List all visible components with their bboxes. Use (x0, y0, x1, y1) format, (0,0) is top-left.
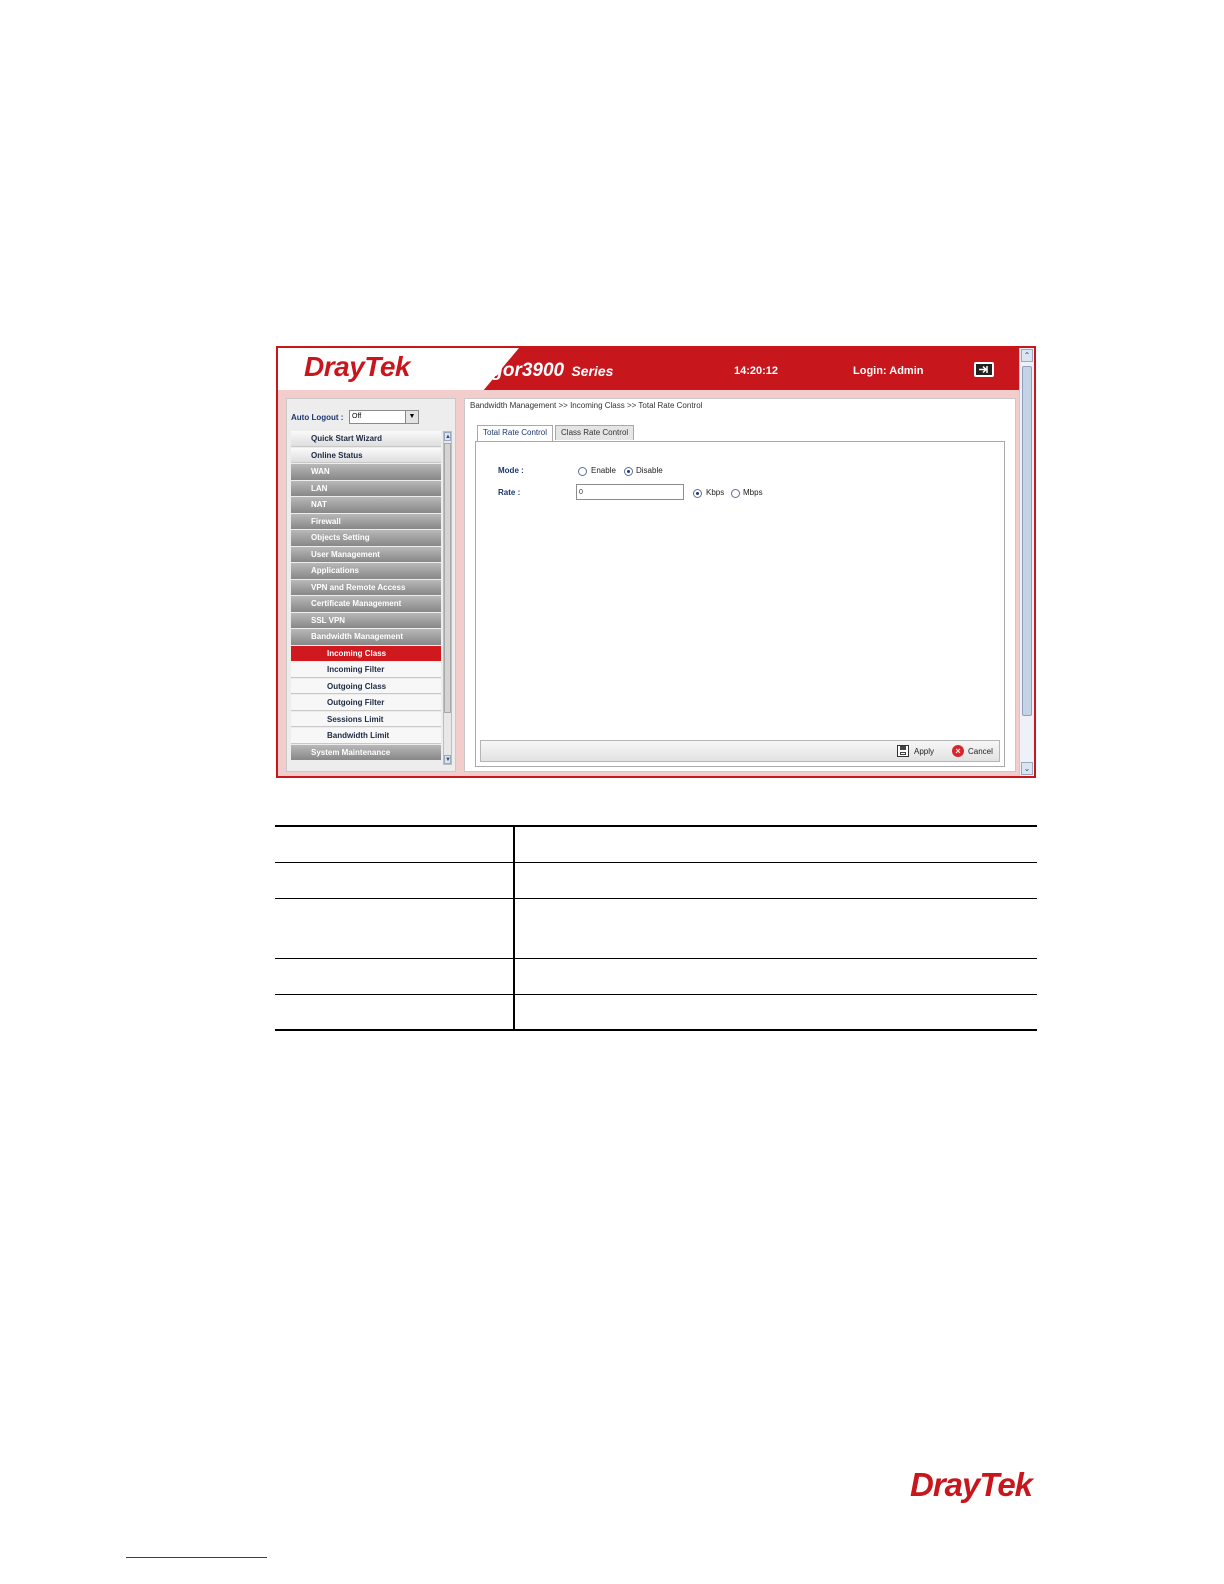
table-cell (514, 862, 1037, 899)
sidebar-item-incoming-class[interactable]: Incoming Class (291, 645, 441, 661)
sidebar-item-bandwidth-limit[interactable]: Bandwidth Limit (291, 728, 441, 744)
table-cell (275, 862, 515, 899)
auto-logout-label: Auto Logout : (291, 413, 344, 422)
tab-class-rate-control[interactable]: Class Rate Control (555, 425, 635, 440)
series-label: Series (571, 363, 614, 379)
settings-panel: Mode : Enable Disable Rate : Kbps Mbps A… (475, 441, 1005, 767)
sidebar-item-objects-setting[interactable]: Objects Setting (291, 530, 441, 546)
table-cell (514, 825, 1037, 863)
scroll-up-icon[interactable]: ▲ (444, 432, 451, 441)
auto-logout-value: Off (352, 413, 362, 420)
table-cell (514, 994, 1037, 1031)
table-cell (275, 958, 515, 995)
breadcrumb: Bandwidth Management >> Incoming Class >… (470, 401, 703, 410)
sidebar-item-outgoing-class[interactable]: Outgoing Class (291, 678, 441, 694)
sidebar: Auto Logout : Off ▼ Quick Start Wizard On… (286, 398, 456, 772)
scroll-down-icon[interactable]: ▼ (444, 755, 451, 764)
login-status: Login: Admin (853, 365, 924, 377)
apply-button[interactable]: Apply (897, 745, 934, 758)
sidebar-item-ssl-vpn[interactable]: SSL VPN (291, 612, 441, 628)
unit-kbps-radio[interactable] (693, 489, 702, 498)
model-name: Vigor3900 Series (474, 360, 613, 382)
browser-scrollbar[interactable]: ⌃ ⌄ (1019, 348, 1034, 776)
table-cell (275, 994, 515, 1031)
unit-kbps-label: Kbps (706, 488, 725, 497)
mode-disable-radio[interactable] (624, 467, 633, 476)
footer-brand-logo: DrayTek (910, 1466, 1033, 1503)
table-row (275, 994, 1037, 1031)
table-cell (514, 898, 1037, 959)
save-icon (897, 745, 909, 757)
table-row (275, 825, 1037, 863)
sidebar-item-bandwidth-management[interactable]: Bandwidth Management (291, 629, 441, 645)
apply-label: Apply (914, 747, 935, 756)
sidebar-item-nat[interactable]: NAT (291, 497, 441, 513)
sidebar-item-wan[interactable]: WAN (291, 464, 441, 480)
tab-bar: Total Rate Control Class Rate Control (477, 425, 636, 442)
rate-label: Rate : (498, 488, 521, 497)
brand-logo: DrayTek (304, 351, 410, 382)
mode-disable-label: Disable (636, 466, 663, 475)
clock: 14:20:12 (734, 365, 779, 377)
sidebar-item-incoming-filter[interactable]: Incoming Filter (291, 662, 441, 678)
sidebar-item-vpn-and-remote-access[interactable]: VPN and Remote Access (291, 579, 441, 595)
table-row (275, 898, 1037, 959)
scroll-up-icon[interactable]: ⌃ (1021, 349, 1033, 362)
sidebar-item-applications[interactable]: Applications (291, 563, 441, 579)
mode-enable-radio[interactable] (578, 467, 587, 476)
rate-input[interactable] (576, 484, 684, 500)
cancel-icon: × (952, 745, 964, 757)
sidebar-menu: Quick Start Wizard Online Status WAN LAN NAT… (291, 431, 441, 761)
sidebar-scroll-thumb[interactable] (444, 443, 451, 713)
description-table (275, 825, 1037, 1031)
sidebar-item-certificate-management[interactable]: Certificate Management (291, 596, 441, 612)
table-row (275, 862, 1037, 899)
cancel-button[interactable]: × Cancel (952, 745, 993, 758)
sidebar-item-system-maintenance[interactable]: System Maintenance (291, 744, 441, 760)
sidebar-item-outgoing-filter[interactable]: Outgoing Filter (291, 695, 441, 711)
cancel-label: Cancel (968, 747, 993, 756)
table-row (275, 958, 1037, 995)
chevron-down-icon[interactable]: ▼ (405, 411, 418, 423)
mode-enable-label: Enable (591, 466, 616, 475)
sidebar-item-online-status[interactable]: Online Status (291, 447, 441, 463)
sidebar-item-quick-start-wizard[interactable]: Quick Start Wizard (291, 431, 441, 447)
sidebar-item-firewall[interactable]: Firewall (291, 513, 441, 529)
header-bar: DrayTek Vigor3900 Series 14:20:12 Login:… (278, 348, 1020, 390)
mode-label: Mode : (498, 466, 524, 475)
table-cell (275, 825, 515, 863)
scroll-down-icon[interactable]: ⌄ (1021, 762, 1033, 775)
content-panel: Bandwidth Management >> Incoming Class >… (464, 398, 1016, 772)
logout-icon[interactable] (974, 362, 994, 377)
unit-mbps-radio[interactable] (731, 489, 740, 498)
sidebar-item-lan[interactable]: LAN (291, 480, 441, 496)
auto-logout-select[interactable]: Off ▼ (349, 410, 419, 424)
tab-total-rate-control[interactable]: Total Rate Control (477, 425, 554, 442)
table-cell (275, 898, 515, 959)
router-web-ui-screenshot: DrayTek Vigor3900 Series 14:20:12 Login:… (276, 346, 1036, 778)
sidebar-scrollbar[interactable]: ▲ ▼ (443, 431, 452, 765)
footer-link-line (126, 1557, 267, 1558)
action-bar: Apply × Cancel (480, 740, 1000, 762)
table-cell (514, 958, 1037, 995)
app-body: Auto Logout : Off ▼ Quick Start Wizard On… (278, 390, 1020, 776)
sidebar-item-sessions-limit[interactable]: Sessions Limit (291, 711, 441, 727)
model-number: Vigor3900 (474, 360, 565, 381)
sidebar-item-user-management[interactable]: User Management (291, 546, 441, 562)
unit-mbps-label: Mbps (743, 488, 763, 497)
browser-scroll-thumb[interactable] (1022, 366, 1032, 716)
